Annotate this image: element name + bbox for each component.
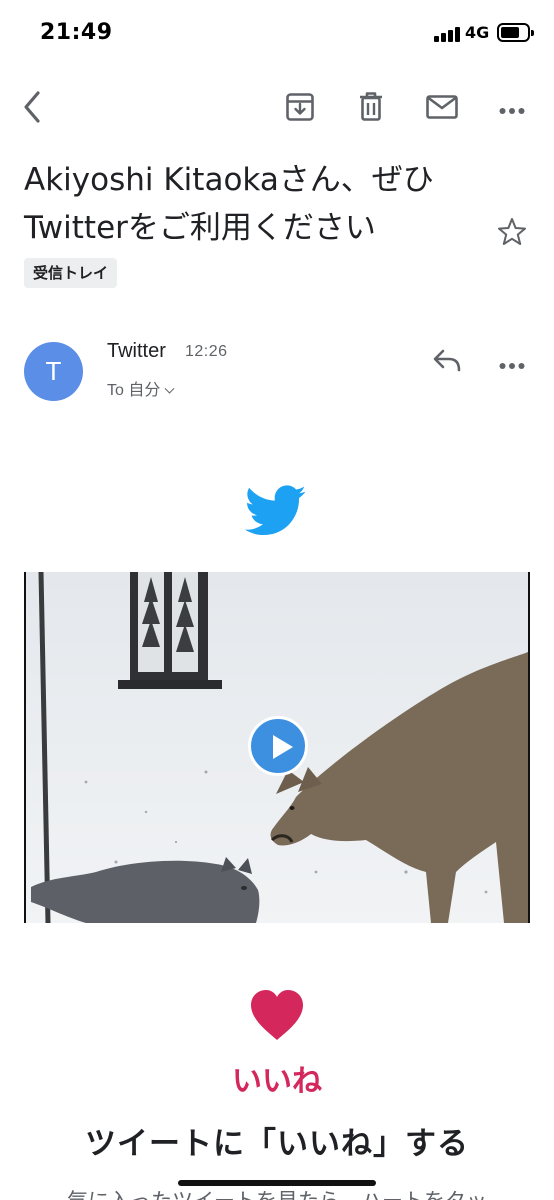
message-more-button[interactable] bbox=[499, 356, 525, 375]
delete-button[interactable] bbox=[358, 91, 384, 126]
more-options-button[interactable] bbox=[499, 101, 525, 120]
video-thumbnail[interactable] bbox=[24, 572, 530, 923]
more-horizontal-icon bbox=[499, 108, 525, 114]
home-indicator[interactable] bbox=[178, 1180, 376, 1186]
play-button[interactable] bbox=[248, 716, 308, 776]
recipient-label: To 自分 bbox=[107, 382, 161, 399]
battery-icon bbox=[497, 23, 534, 42]
mark-unread-button[interactable] bbox=[426, 95, 458, 123]
star-button[interactable] bbox=[496, 216, 528, 252]
archive-button[interactable] bbox=[285, 92, 315, 126]
status-time: 21:49 bbox=[40, 20, 113, 45]
inbox-label-chip[interactable]: 受信トレイ bbox=[24, 258, 118, 288]
recipient-details-toggle[interactable]: To 自分 bbox=[107, 376, 175, 400]
email-subject: Akiyoshi Kitaokaさん、ぜひ Twitterをご利用ください bbox=[24, 156, 464, 252]
reply-button[interactable] bbox=[432, 348, 462, 376]
signal-icon bbox=[434, 26, 460, 42]
sender-name[interactable]: Twitter bbox=[107, 340, 166, 363]
like-label: いいね bbox=[232, 1064, 322, 1099]
subject-line-1: Akiyoshi Kitaokaさん、ぜひ bbox=[24, 162, 434, 198]
twitter-bird-icon bbox=[244, 485, 307, 541]
arrow-left-icon bbox=[24, 91, 40, 123]
heart-icon bbox=[248, 988, 306, 1046]
reply-icon bbox=[433, 349, 461, 372]
more-horizontal-icon bbox=[499, 363, 525, 369]
trash-icon bbox=[360, 92, 382, 121]
battery-level bbox=[501, 27, 519, 38]
archive-icon bbox=[286, 93, 314, 121]
envelope-icon bbox=[426, 95, 458, 119]
network-type: 4G bbox=[465, 23, 490, 42]
subject-line-2: Twitterをご利用ください bbox=[24, 210, 376, 246]
sent-time: 12:26 bbox=[185, 343, 228, 360]
like-description: 気に入ったツイートを見たら、ハートをタッ bbox=[0, 1185, 554, 1200]
star-outline-icon bbox=[498, 218, 526, 245]
back-button[interactable] bbox=[20, 90, 46, 128]
status-bar: 21:49 4G bbox=[0, 0, 554, 66]
chevron-down-icon bbox=[164, 383, 175, 394]
sender-avatar[interactable]: T bbox=[24, 342, 83, 401]
like-heading: ツイートに「いいね」する bbox=[85, 1126, 469, 1162]
